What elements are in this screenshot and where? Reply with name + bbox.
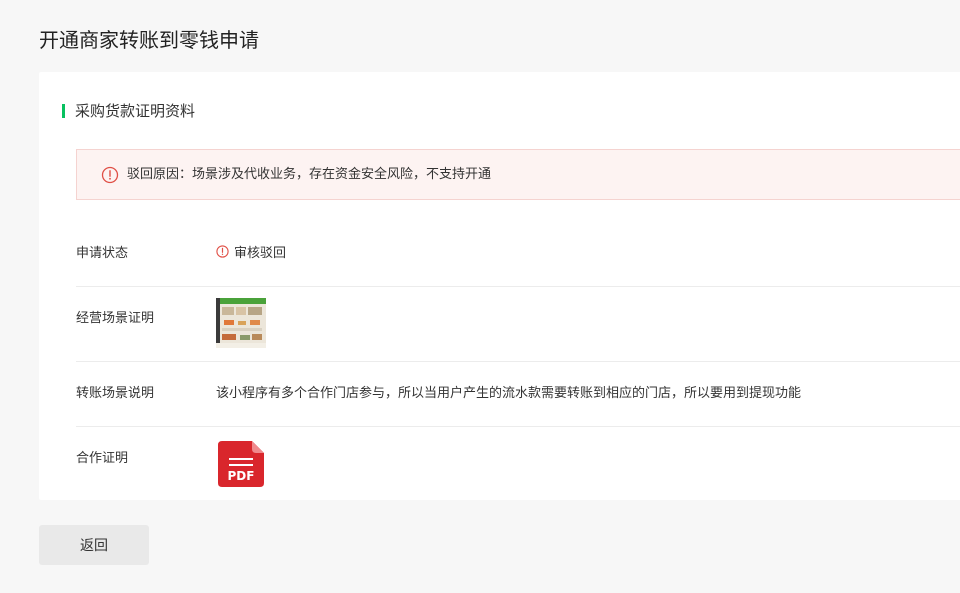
section-accent-bar — [62, 104, 65, 118]
row-scene-proof: 经营场景证明 — [76, 287, 960, 362]
scene-proof-label: 经营场景证明 — [76, 311, 155, 326]
transfer-desc-value: 该小程序有多个合作门店参与，所以当用户产生的流水款需要转账到相应的门店，所以要用… — [216, 386, 802, 401]
back-button[interactable]: 返回 — [39, 525, 149, 565]
exclamation-circle-icon — [216, 245, 229, 258]
scene-proof-image — [216, 298, 266, 348]
status-badge: 审核驳回 — [216, 244, 286, 264]
coop-proof-label: 合作证明 — [76, 451, 129, 466]
reject-reason-text: 驳回原因：场景涉及代收业务，存在资金安全风险，不支持开通 — [127, 167, 492, 182]
row-cooperation-proof: 合作证明 PDF — [76, 427, 960, 500]
section-title: 采购货款证明资料 — [62, 102, 195, 120]
exclamation-circle-icon — [101, 166, 119, 184]
status-label: 申请状态 — [76, 246, 129, 261]
pdf-badge-text: PDF — [227, 469, 255, 483]
status-value: 审核驳回 — [234, 246, 287, 261]
row-application-status: 申请状态 审核驳回 — [76, 222, 960, 287]
page-title: 开通商家转账到零钱申请 — [39, 28, 259, 52]
main-card: 采购货款证明资料 驳回原因：场景涉及代收业务，存在资金安全风险，不支持开通 申请… — [39, 72, 960, 500]
reject-reason-alert: 驳回原因：场景涉及代收业务，存在资金安全风险，不支持开通 — [76, 149, 960, 200]
transfer-desc-label: 转账场景说明 — [76, 386, 155, 401]
scene-proof-thumbnail[interactable] — [216, 298, 266, 348]
pdf-file-icon[interactable]: PDF — [216, 439, 266, 489]
section-title-text: 采购货款证明资料 — [75, 102, 196, 120]
row-transfer-description: 转账场景说明 该小程序有多个合作门店参与，所以当用户产生的流水款需要转账到相应的… — [76, 362, 960, 427]
